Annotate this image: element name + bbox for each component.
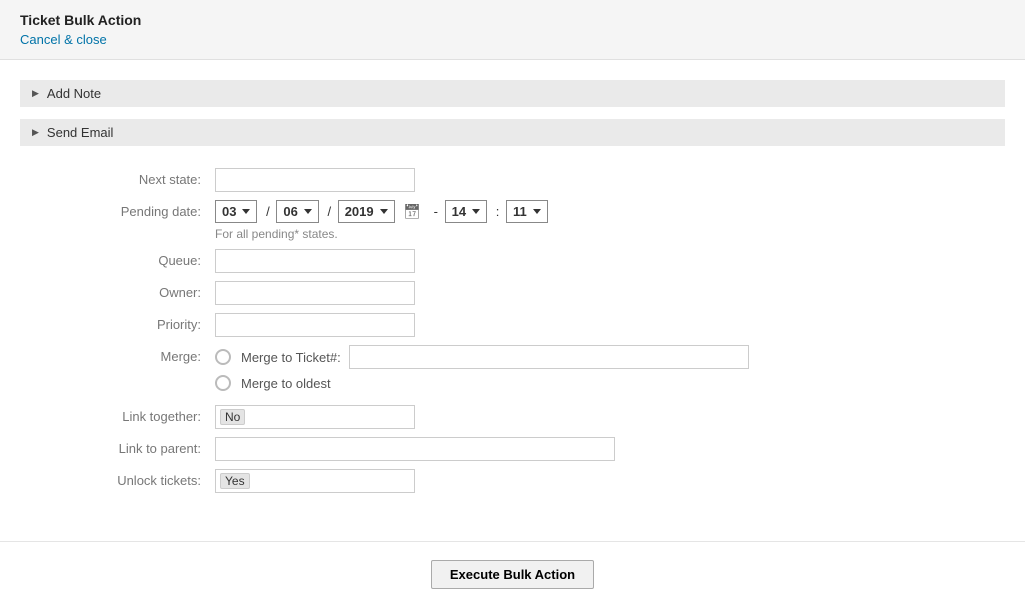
pending-day-select[interactable]: 06 [276, 200, 318, 223]
chevron-right-icon: ▶ [32, 88, 39, 99]
footer: Execute Bulk Action [0, 541, 1025, 607]
next-state-label: Next state: [20, 168, 215, 187]
link-to-parent-input[interactable] [215, 437, 615, 461]
merge-label: Merge: [20, 345, 215, 364]
page-header: Ticket Bulk Action Cancel & close [0, 0, 1025, 60]
chevron-right-icon: ▶ [32, 127, 39, 138]
priority-input[interactable] [215, 313, 415, 337]
link-together-label: Link together: [20, 405, 215, 424]
execute-bulk-action-button[interactable]: Execute Bulk Action [431, 560, 594, 589]
unlock-tickets-label: Unlock tickets: [20, 469, 215, 488]
merge-to-ticket-label: Merge to Ticket#: [241, 350, 341, 365]
pending-month-select[interactable]: 03 [215, 200, 257, 223]
add-note-accordion[interactable]: ▶ Add Note [20, 80, 1005, 107]
merge-to-oldest-radio[interactable] [215, 375, 231, 391]
unlock-tickets-value: Yes [220, 473, 250, 489]
pending-date-label: Pending date: [20, 200, 215, 219]
chevron-down-icon [533, 209, 541, 214]
merge-to-oldest-label: Merge to oldest [241, 376, 331, 391]
pending-year-select[interactable]: 2019 [338, 200, 395, 223]
unlock-tickets-select[interactable]: Yes [215, 469, 415, 493]
owner-label: Owner: [20, 281, 215, 300]
accordion-label: Send Email [47, 125, 113, 140]
chevron-down-icon [304, 209, 312, 214]
accordion-label: Add Note [47, 86, 101, 101]
priority-label: Priority: [20, 313, 215, 332]
chevron-down-icon [242, 209, 250, 214]
chevron-down-icon [472, 209, 480, 214]
bulk-action-form: Next state: Pending date: 03 / 06 / 2019 [20, 158, 1005, 493]
page-title: Ticket Bulk Action [20, 12, 1005, 28]
pending-minute-select[interactable]: 11 [506, 200, 548, 223]
next-state-input[interactable] [215, 168, 415, 192]
cancel-close-link[interactable]: Cancel & close [20, 32, 1005, 47]
chevron-down-icon [380, 209, 388, 214]
merge-to-ticket-radio[interactable] [215, 349, 231, 365]
link-together-value: No [220, 409, 245, 425]
merge-ticket-number-input[interactable] [349, 345, 749, 369]
queue-label: Queue: [20, 249, 215, 268]
pending-date-helper: For all pending* states. [215, 227, 1005, 241]
link-together-select[interactable]: No [215, 405, 415, 429]
link-to-parent-label: Link to parent: [20, 437, 215, 456]
owner-input[interactable] [215, 281, 415, 305]
send-email-accordion[interactable]: ▶ Send Email [20, 119, 1005, 146]
content-area: ▶ Add Note ▶ Send Email Next state: Pend… [0, 60, 1025, 521]
pending-hour-select[interactable]: 14 [445, 200, 487, 223]
calendar-icon[interactable]: 📅︎ [403, 203, 421, 220]
queue-input[interactable] [215, 249, 415, 273]
